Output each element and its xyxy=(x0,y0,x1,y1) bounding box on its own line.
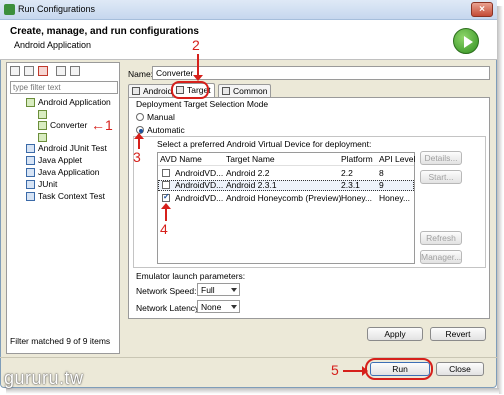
platform-cell: 2.3.1 xyxy=(341,180,360,190)
refresh-button[interactable]: Refresh xyxy=(420,231,462,245)
tab-label: Android xyxy=(143,86,173,96)
task-context-icon xyxy=(26,192,35,201)
delete-icon[interactable] xyxy=(38,66,48,76)
api-level-cell: Honey... xyxy=(379,193,411,203)
window-shadow-right xyxy=(497,6,503,394)
chevron-down-icon xyxy=(231,288,237,292)
junit-icon xyxy=(26,144,35,153)
android-tab-icon xyxy=(132,87,140,95)
target-name-cell: Android Honeycomb (Preview) xyxy=(226,193,342,203)
target-name-cell: Android 2.3.1 xyxy=(226,180,277,190)
platform-cell: 2.2 xyxy=(341,168,353,178)
network-latency-label: Network Latency: xyxy=(136,303,202,313)
common-tab-icon xyxy=(222,87,230,95)
tree-item-junit[interactable]: JUnit xyxy=(38,179,57,189)
android-app-icon xyxy=(26,98,35,107)
network-speed-label: Network Speed: xyxy=(136,286,197,296)
name-label: Name: xyxy=(128,69,154,79)
arrow-head-right xyxy=(362,366,368,376)
column-header-api-level[interactable]: API Level xyxy=(379,154,415,164)
start-button[interactable]: Start... xyxy=(420,170,462,184)
row-checkbox[interactable] xyxy=(162,192,170,202)
java-applet-icon xyxy=(26,156,35,165)
avd-name-cell: AndroidVD... xyxy=(175,180,224,190)
annotation-5: 5 xyxy=(331,362,339,378)
network-latency-select[interactable]: None xyxy=(197,300,240,313)
api-level-cell: 9 xyxy=(379,180,384,190)
chevron-down-icon xyxy=(231,305,237,309)
avd-prompt: Select a preferred Android Virtual Devic… xyxy=(157,139,372,149)
window-title: Run Configurations xyxy=(18,4,96,14)
api-level-cell: 8 xyxy=(379,168,384,178)
annotation-number: 2 xyxy=(192,37,200,53)
duplicate-icon[interactable] xyxy=(24,66,34,76)
filter-icon[interactable] xyxy=(70,66,80,76)
header-divider xyxy=(158,165,414,166)
filter-status: Filter matched 9 of 9 items xyxy=(10,336,111,346)
arrow-shaft xyxy=(165,209,167,221)
annotation-number: 3 xyxy=(133,149,141,165)
automatic-label: Automatic xyxy=(147,125,185,135)
details-button[interactable]: Details... xyxy=(420,151,462,165)
column-header-platform[interactable]: Platform xyxy=(341,154,373,164)
tree-item-converter[interactable]: Converter xyxy=(50,120,87,130)
column-header-avd-name[interactable]: AVD Name xyxy=(160,154,202,164)
avd-name-cell: AndroidVD... xyxy=(175,168,224,178)
java-app-icon xyxy=(26,168,35,177)
header-subtitle: Android Application xyxy=(14,40,92,50)
header-title: Create, manage, and run configurations xyxy=(10,26,199,37)
arrow-head-down xyxy=(193,75,203,81)
network-speed-value: Full xyxy=(201,285,215,295)
deployment-mode-label: Deployment Target Selection Mode xyxy=(136,99,269,109)
target-tab-highlight-ring xyxy=(171,81,209,99)
manual-radio[interactable] xyxy=(136,113,144,121)
annotation-number: 1 xyxy=(105,117,113,133)
tree-item-java-application[interactable]: Java Application xyxy=(38,167,99,177)
close-icon[interactable]: × xyxy=(471,2,493,17)
collapse-all-icon[interactable] xyxy=(56,66,66,76)
row-checkbox[interactable] xyxy=(162,181,170,189)
avd-name-cell: AndroidVD... xyxy=(175,193,224,203)
arrow-shaft xyxy=(138,139,140,149)
run-button-highlight-ring xyxy=(365,358,433,380)
app-icon xyxy=(4,4,15,15)
tab-android[interactable]: Android xyxy=(128,84,177,97)
network-speed-select[interactable]: Full xyxy=(197,283,240,296)
target-name-cell: Android 2.2 xyxy=(226,168,270,178)
close-button[interactable]: Close xyxy=(436,362,484,376)
tab-label: Common xyxy=(233,86,268,96)
annotation-4: 4 xyxy=(160,221,168,237)
tree-item-android-application[interactable]: Android Application xyxy=(38,97,111,107)
annotation-1: ←1 xyxy=(91,117,113,133)
filter-input[interactable] xyxy=(10,81,118,94)
annotation-number: 4 xyxy=(160,221,168,237)
manual-label: Manual xyxy=(147,112,175,122)
config-icon xyxy=(38,121,47,130)
tab-common[interactable]: Common xyxy=(218,84,272,97)
annotation-3: 3 xyxy=(133,149,141,165)
annotation-2: 2 xyxy=(192,37,200,53)
manager-button[interactable]: Manager... xyxy=(420,250,462,264)
tree-item-java-applet[interactable]: Java Applet xyxy=(38,155,82,165)
tree-item-task-context-test[interactable]: Task Context Test xyxy=(38,191,105,201)
column-header-target-name[interactable]: Target Name xyxy=(226,154,275,164)
emulator-params-label: Emulator launch parameters: xyxy=(136,271,246,281)
revert-button[interactable]: Revert xyxy=(430,327,486,341)
config-icon[interactable] xyxy=(38,133,47,142)
junit-icon xyxy=(26,180,35,189)
row-checkbox[interactable] xyxy=(162,169,170,177)
arrow-shaft xyxy=(343,370,363,372)
tree-item-android-junit-test[interactable]: Android JUnit Test xyxy=(38,143,107,153)
network-latency-value: None xyxy=(201,302,222,312)
platform-cell: Honey... xyxy=(341,193,373,203)
run-icon xyxy=(453,28,479,54)
watermark: gururu.tw xyxy=(4,368,84,388)
new-config-icon[interactable] xyxy=(10,66,20,76)
apply-button[interactable]: Apply xyxy=(367,327,423,341)
config-icon[interactable] xyxy=(38,110,47,119)
annotation-number: 5 xyxy=(331,362,339,378)
